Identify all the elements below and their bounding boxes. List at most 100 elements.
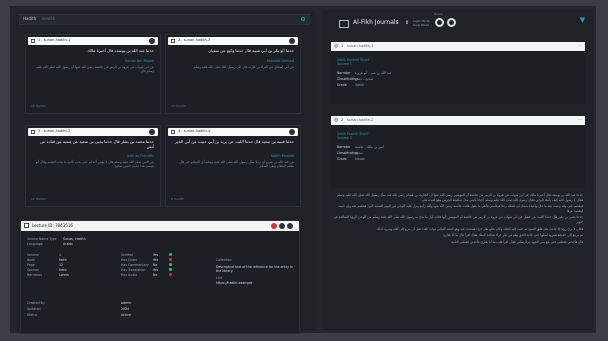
field-value: Faith bbox=[59, 258, 67, 262]
meta-value: Active bbox=[121, 313, 131, 317]
field-value: Arabic bbox=[63, 242, 74, 246]
entry-source-sub: Volume 1 bbox=[337, 62, 352, 66]
field-value: Intro bbox=[59, 268, 67, 272]
zoom-out-icon[interactable] bbox=[447, 18, 456, 27]
meta-label: Updated bbox=[27, 307, 41, 311]
search-input[interactable]: search bbox=[42, 16, 55, 21]
result-card[interactable]: 3 - sunan-hadith-3 حدثنا محمد بن بشار قا… bbox=[25, 125, 161, 207]
checkbox[interactable] bbox=[171, 130, 175, 134]
app-window: Hadith search 1 - sunan-hadith-1 حدثنا ع… bbox=[10, 6, 596, 334]
paragraph: حدثنا عبد الله بن يوسف قال أخبرنا مالك ع… bbox=[337, 193, 583, 202]
card-header: 4 - sunan-hadith-4 bbox=[168, 128, 298, 136]
card-subtitle[interactable]: Sunan Ibn Majah bbox=[125, 59, 154, 63]
entry-value: أنس بن مالك - عائشة bbox=[355, 145, 385, 149]
meta-label: Created By bbox=[27, 301, 45, 305]
document-icon bbox=[24, 223, 29, 228]
flag-label: Has Translation bbox=[121, 268, 146, 272]
entry-header: ◎ 2 sunan-hadith-2 ⋯ bbox=[331, 116, 585, 125]
field-value: 12 bbox=[59, 263, 64, 267]
card-ref: 1 - sunan-hadith-1 bbox=[38, 38, 71, 42]
card-header: 1 - sunan-hadith-1 bbox=[28, 37, 158, 45]
result-card[interactable]: 2 - sunan-hadith-2 حدثنا أبو بكر بن أبي … bbox=[165, 34, 301, 114]
journal-icon bbox=[339, 20, 349, 28]
card-footer: 27 Hadith bbox=[171, 104, 186, 108]
checkbox[interactable] bbox=[31, 130, 35, 134]
field-label: Source Name Type bbox=[27, 237, 57, 241]
card-body: عن أبي إسحاق عن البراء بن عازب قال كان ر… bbox=[193, 65, 294, 69]
entry-value: عبد الله بن عمر - أبو هريرة bbox=[355, 71, 392, 75]
entry-icon: ◎ bbox=[334, 117, 339, 123]
card-footer: 18 Hadith bbox=[31, 104, 46, 108]
status-dot-red bbox=[169, 273, 172, 276]
field-value: Sunan, Hadith bbox=[63, 237, 86, 241]
search-bar[interactable]: Hadith search bbox=[19, 14, 310, 25]
swap-icon[interactable]: ⇕ bbox=[405, 20, 409, 26]
field-label: Book bbox=[27, 258, 35, 262]
entry-ref: sunan-hadith-2 bbox=[347, 118, 374, 122]
edit-icon[interactable] bbox=[279, 223, 285, 229]
search-icon[interactable] bbox=[301, 17, 305, 21]
entry-actions-icon[interactable]: ⋯ bbox=[578, 117, 582, 122]
detail-header: Lecture ID: 7843516 bbox=[21, 221, 299, 231]
entry-value: صحيح - حسن bbox=[355, 77, 374, 81]
mode-toggle[interactable]: Light Mode Dark Mode bbox=[413, 19, 430, 27]
more-icon[interactable] bbox=[149, 129, 155, 135]
more-icon[interactable] bbox=[149, 38, 155, 44]
entry-number: 1 bbox=[341, 44, 344, 48]
search-label: Hadith bbox=[23, 16, 37, 21]
detail-ref: Lecture ID: 7843516 bbox=[32, 223, 73, 228]
entry-icon: ◎ bbox=[334, 43, 339, 49]
more-icon[interactable] bbox=[289, 129, 295, 135]
connection-icon: ▼ bbox=[579, 16, 585, 24]
card-subtitle[interactable]: Sahih Muslim bbox=[271, 154, 294, 158]
entry-key: Grade bbox=[337, 83, 347, 87]
search-panel: Hadith search 1 - sunan-hadith-1 حدثنا ع… bbox=[15, 10, 315, 334]
flag-value: Yes bbox=[153, 258, 159, 262]
card-header: 2 - sunan-hadith-2 bbox=[168, 37, 298, 45]
meta-value: admin bbox=[121, 301, 131, 305]
checkbox[interactable] bbox=[171, 39, 175, 43]
flag-value: No bbox=[153, 263, 158, 267]
hadith-text: حدثنا عبد الله بن يوسف قال أخبرنا مالك ع… bbox=[333, 193, 583, 246]
result-card[interactable]: 4 - sunan-hadith-4 حدثنا قتيبة بن سعيد ق… bbox=[165, 125, 301, 207]
card-subtitle[interactable]: Jami at-Tirmidhi bbox=[127, 154, 154, 158]
zoom-caption: Zoom bbox=[434, 12, 443, 16]
status-dot-green bbox=[169, 263, 172, 266]
card-body: عن عبد الله بن عمرو أن رجلا سأل رسول الل… bbox=[179, 160, 294, 169]
checkbox[interactable] bbox=[31, 39, 35, 43]
field-label: Narrators bbox=[27, 273, 43, 277]
zoom-in-icon[interactable] bbox=[435, 18, 444, 27]
more-icon[interactable] bbox=[287, 223, 293, 229]
journal-entry[interactable]: ◎ 2 sunan-hadith-2 ⋯ Sahih Muslim Sharif… bbox=[331, 116, 585, 188]
card-subtitle[interactable]: Musnad Ahmad bbox=[267, 59, 294, 63]
more-icon[interactable] bbox=[289, 38, 295, 44]
flag-value: No bbox=[153, 273, 158, 277]
source-link[interactable]: https://hadith.example bbox=[216, 281, 252, 285]
entry-source-sub: Volume 2 bbox=[337, 136, 352, 140]
detail-panel: Lecture ID: 7843516 Source Name Type Sun… bbox=[20, 220, 300, 334]
flag-label: Has Chain bbox=[121, 258, 138, 262]
flag-label: Has Audio bbox=[121, 273, 138, 277]
card-ref: 3 - sunan-hadith-3 bbox=[38, 129, 71, 133]
field-label: Volume bbox=[27, 253, 39, 257]
paragraph: فيفصم عني وقد وعيت عنه ما قال وأحيانا يت… bbox=[338, 204, 583, 213]
field-label: Section bbox=[27, 268, 39, 272]
result-card[interactable]: 1 - sunan-hadith-1 حدثنا عبد الله بن يوس… bbox=[25, 34, 161, 114]
collection-label: Collection bbox=[216, 258, 232, 262]
journal-title: Al-Fikh Journals bbox=[353, 19, 399, 26]
entry-ref: sunan-hadith-1 bbox=[347, 44, 374, 48]
meta-value: 2024 bbox=[121, 307, 130, 311]
journal-entry[interactable]: ◎ 1 sunan-hadith-1 ⋯ Sahih Bukhari Shari… bbox=[331, 42, 585, 104]
status-dot-red bbox=[169, 258, 172, 261]
card-footer: 12 Hadith bbox=[31, 197, 46, 201]
card-ref: 2 - sunan-hadith-2 bbox=[178, 38, 211, 42]
card-body: عن ابن شهاب عن عروة بن الزبير عن عائشة ر… bbox=[36, 65, 154, 74]
entry-value: صحيح bbox=[355, 151, 363, 155]
card-title: حدثنا أبو بكر بن أبي شيبة قال حدثنا وكيع… bbox=[208, 48, 294, 53]
journal-toolbar: Al-Fikh Journals ⇕ Light Mode Dark Mode … bbox=[323, 10, 593, 36]
meta-label: Status bbox=[27, 313, 38, 317]
collection-desc: Descriptive text of the reference for th… bbox=[216, 265, 293, 273]
entry-actions-icon[interactable]: ⋯ bbox=[578, 43, 582, 48]
entry-key: Narrator bbox=[337, 145, 351, 149]
delete-icon[interactable] bbox=[271, 223, 277, 229]
